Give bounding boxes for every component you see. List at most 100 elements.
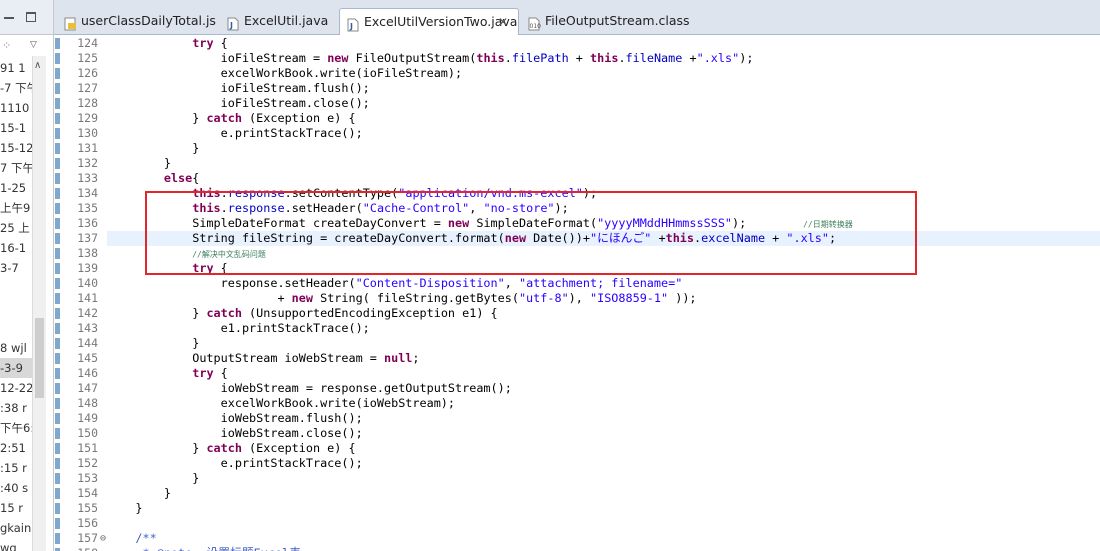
code-line[interactable]: ioFileStream.close(); [107,96,1100,111]
vertical-scrollbar[interactable]: ∧ [32,56,46,551]
code-line[interactable]: } [107,336,1100,351]
history-row[interactable]: 16-1 [0,238,32,258]
code-line[interactable]: excelWorkBook.write(ioFileStream); [107,66,1100,81]
history-row[interactable]: 1110 [0,98,32,118]
code-line[interactable]: ioFileStream.flush(); [107,81,1100,96]
editor-tab[interactable]: J ExcelUtil.java [220,8,337,34]
code-line[interactable]: } [107,141,1100,156]
history-row[interactable]: wg [0,538,32,551]
code-area[interactable]: try { ioFileStream = new FileOutputStrea… [107,35,1100,551]
history-row[interactable]: :38 r [0,398,32,418]
close-icon[interactable]: ✕ [498,9,508,35]
line-number: 150 [77,426,98,440]
history-row[interactable]: 2:51 [0,438,32,458]
panel-toolbar: ⁘ ▽ [0,36,53,56]
line-number: 157 [77,531,98,545]
line-number: 156 [77,516,98,530]
view-menu-icon[interactable]: ▽ [30,40,37,50]
history-row[interactable]: 25 上 [0,218,32,238]
code-line[interactable]: this.response.setHeader("Cache-Control",… [107,201,1100,216]
code-line[interactable]: * @note 设置标题Excel表... [107,546,1100,551]
line-number: 146 [77,366,98,380]
history-row[interactable]: :40 s [0,478,32,498]
history-row[interactable]: 91 1 [0,58,32,78]
fold-toggle-icon[interactable]: ⊖ [100,531,106,546]
code-line[interactable]: try { [107,261,1100,276]
history-row[interactable]: 15-12 [0,138,32,158]
code-line[interactable]: e.printStackTrace(); [107,456,1100,471]
code-line[interactable]: //解决中文乱码问题 [107,246,1100,261]
line-number: 155 [77,501,98,515]
history-row[interactable]: 3-7 [0,258,32,278]
code-line[interactable]: /** [107,531,1100,546]
history-row[interactable]: -7 下午 [0,78,32,98]
line-number: 140 [77,276,98,290]
bubbles-icon[interactable]: ⁘ [2,40,11,51]
maximize-icon[interactable] [26,12,36,22]
left-side-panel: ⁘ ▽ 91 1-7 下午111015-115-127 下午1-25上午925 … [0,0,54,551]
line-number: 128 [77,96,98,110]
svg-text:010: 010 [530,23,542,30]
code-line[interactable]: ioFileStream = new FileOutputStream(this… [107,51,1100,66]
history-row[interactable]: :15 r [0,458,32,478]
code-line[interactable]: } catch (Exception e) { [107,441,1100,456]
code-line[interactable]: ioWebStream = response.getOutputStream()… [107,381,1100,396]
minimize-icon[interactable] [4,12,14,19]
code-line[interactable]: } [107,471,1100,486]
scroll-up-icon[interactable]: ∧ [34,60,41,71]
editor-tab[interactable]: userClassDailyTotal.js [57,8,217,34]
code-line[interactable]: + new String( fileString.getBytes("utf-8… [107,291,1100,306]
editor-tab[interactable]: 010 FileOutputStream.class [521,8,690,34]
code-line[interactable]: } [107,156,1100,171]
line-number: 134 [77,186,98,200]
code-line[interactable]: } [107,501,1100,516]
tab-label: ExcelUtil.java [244,13,329,28]
history-row[interactable]: 15 r [0,498,32,518]
code-line[interactable]: ioWebStream.close(); [107,426,1100,441]
scrollbar-thumb[interactable] [35,318,44,398]
history-row[interactable]: 15-1 [0,118,32,138]
history-row[interactable]: 8 wjl [0,338,32,358]
editor-tab[interactable]: J ExcelUtilVersionTwo.java ✕ [339,8,519,35]
code-line[interactable]: } [107,486,1100,501]
line-number: 142 [77,306,98,320]
line-number: 137 [77,231,98,245]
history-row[interactable] [0,278,32,298]
code-line[interactable]: e.printStackTrace(); [107,126,1100,141]
history-row[interactable]: 下午6:1 [0,418,32,438]
code-line[interactable]: else{ [107,171,1100,186]
code-line[interactable]: e1.printStackTrace(); [107,321,1100,336]
line-number: 154 [77,486,98,500]
code-line[interactable]: try { [107,366,1100,381]
code-line[interactable]: String fileString = createDayConvert.for… [107,231,1100,246]
history-row[interactable] [0,298,32,318]
line-number: 127 [77,81,98,95]
class-file-icon: 010 [528,14,542,31]
code-line[interactable] [107,516,1100,531]
tab-label: ExcelUtilVersionTwo.java [364,14,518,29]
history-row[interactable] [0,318,32,338]
code-line[interactable]: response.setHeader("Content-Disposition"… [107,276,1100,291]
line-number: 130 [77,126,98,140]
line-number: 149 [77,411,98,425]
code-line[interactable]: OutputStream ioWebStream = null; [107,351,1100,366]
code-line[interactable]: ioWebStream.flush(); [107,411,1100,426]
line-number: 133 [77,171,98,185]
history-row[interactable]: 上午9 [0,198,32,218]
history-row[interactable]: 1-25 [0,178,32,198]
code-line[interactable]: excelWorkBook.write(ioWebStream); [107,396,1100,411]
java-file-icon: J [347,15,360,32]
line-number: 125 [77,51,98,65]
history-row[interactable]: gkain [0,518,32,538]
code-line[interactable]: } catch (UnsupportedEncodingException e1… [107,306,1100,321]
code-line[interactable]: } catch (Exception e) { [107,111,1100,126]
line-number: 135 [77,201,98,215]
code-line[interactable]: SimpleDateFormat createDayConvert = new … [107,216,1100,231]
line-number: 145 [77,351,98,365]
line-number: 136 [77,216,98,230]
code-line[interactable]: try { [107,36,1100,51]
code-editor[interactable]: 124 125 126 127 128 129 130 131 132 133 134 135 136 1… [54,35,1100,551]
code-line[interactable]: this.response.setContentType("applicatio… [107,186,1100,201]
history-row[interactable]: 12-22 [0,378,32,398]
history-row[interactable]: 7 下午 [0,158,32,178]
